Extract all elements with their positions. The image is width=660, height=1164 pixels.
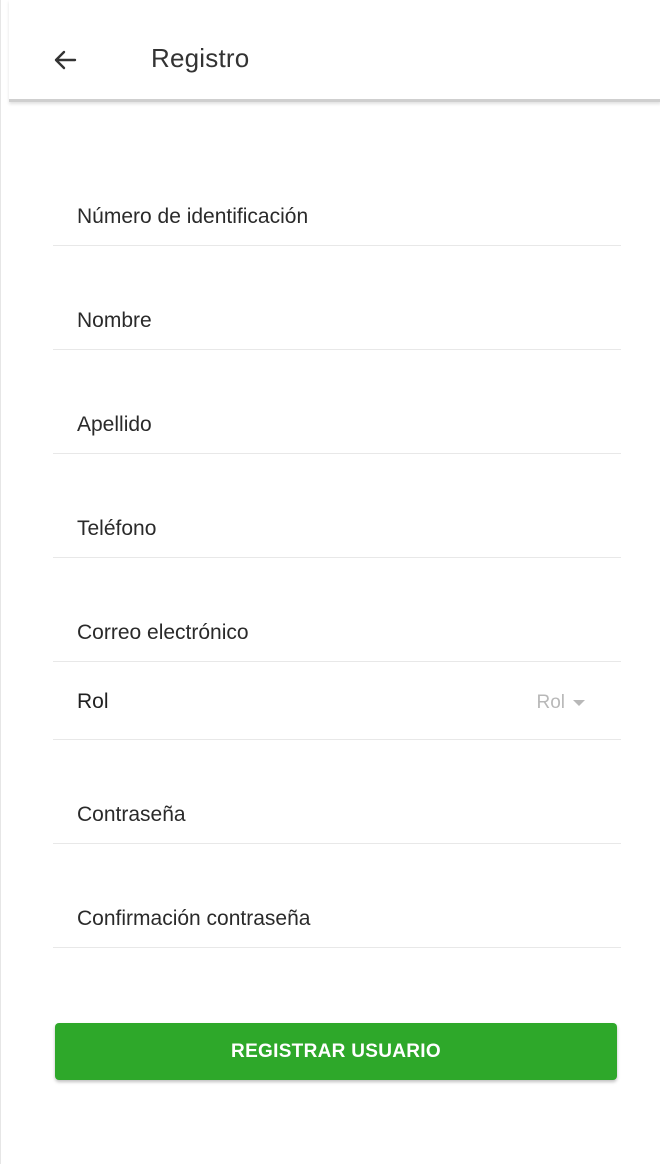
role-dropdown[interactable]: Rol [536,692,585,714]
role-label: Rol [77,690,109,713]
password-confirm-input[interactable] [77,899,597,939]
phone-field [53,494,621,558]
last-name-input[interactable] [77,405,597,445]
registration-screen: Registro Rol Rol REGISTRAR USUARIO [0,0,660,1164]
password-input[interactable] [77,795,597,835]
role-selected-value: Rol [536,692,565,713]
first-name-input[interactable] [77,301,597,341]
last-name-field [53,390,621,454]
arrow-left-icon [49,44,81,76]
phone-input[interactable] [77,509,597,549]
page-title: Registro [151,43,250,73]
id-number-input[interactable] [77,197,597,237]
email-input[interactable] [77,613,597,653]
back-button[interactable] [49,44,81,76]
password-field [53,780,621,844]
email-field [53,598,621,662]
password-confirm-field [53,884,621,948]
caret-down-icon [573,700,585,706]
first-name-field [53,286,621,350]
register-user-button[interactable]: REGISTRAR USUARIO [55,1023,617,1080]
role-field: Rol Rol [53,662,621,740]
id-number-field [53,182,621,246]
app-bar: Registro [9,0,660,102]
